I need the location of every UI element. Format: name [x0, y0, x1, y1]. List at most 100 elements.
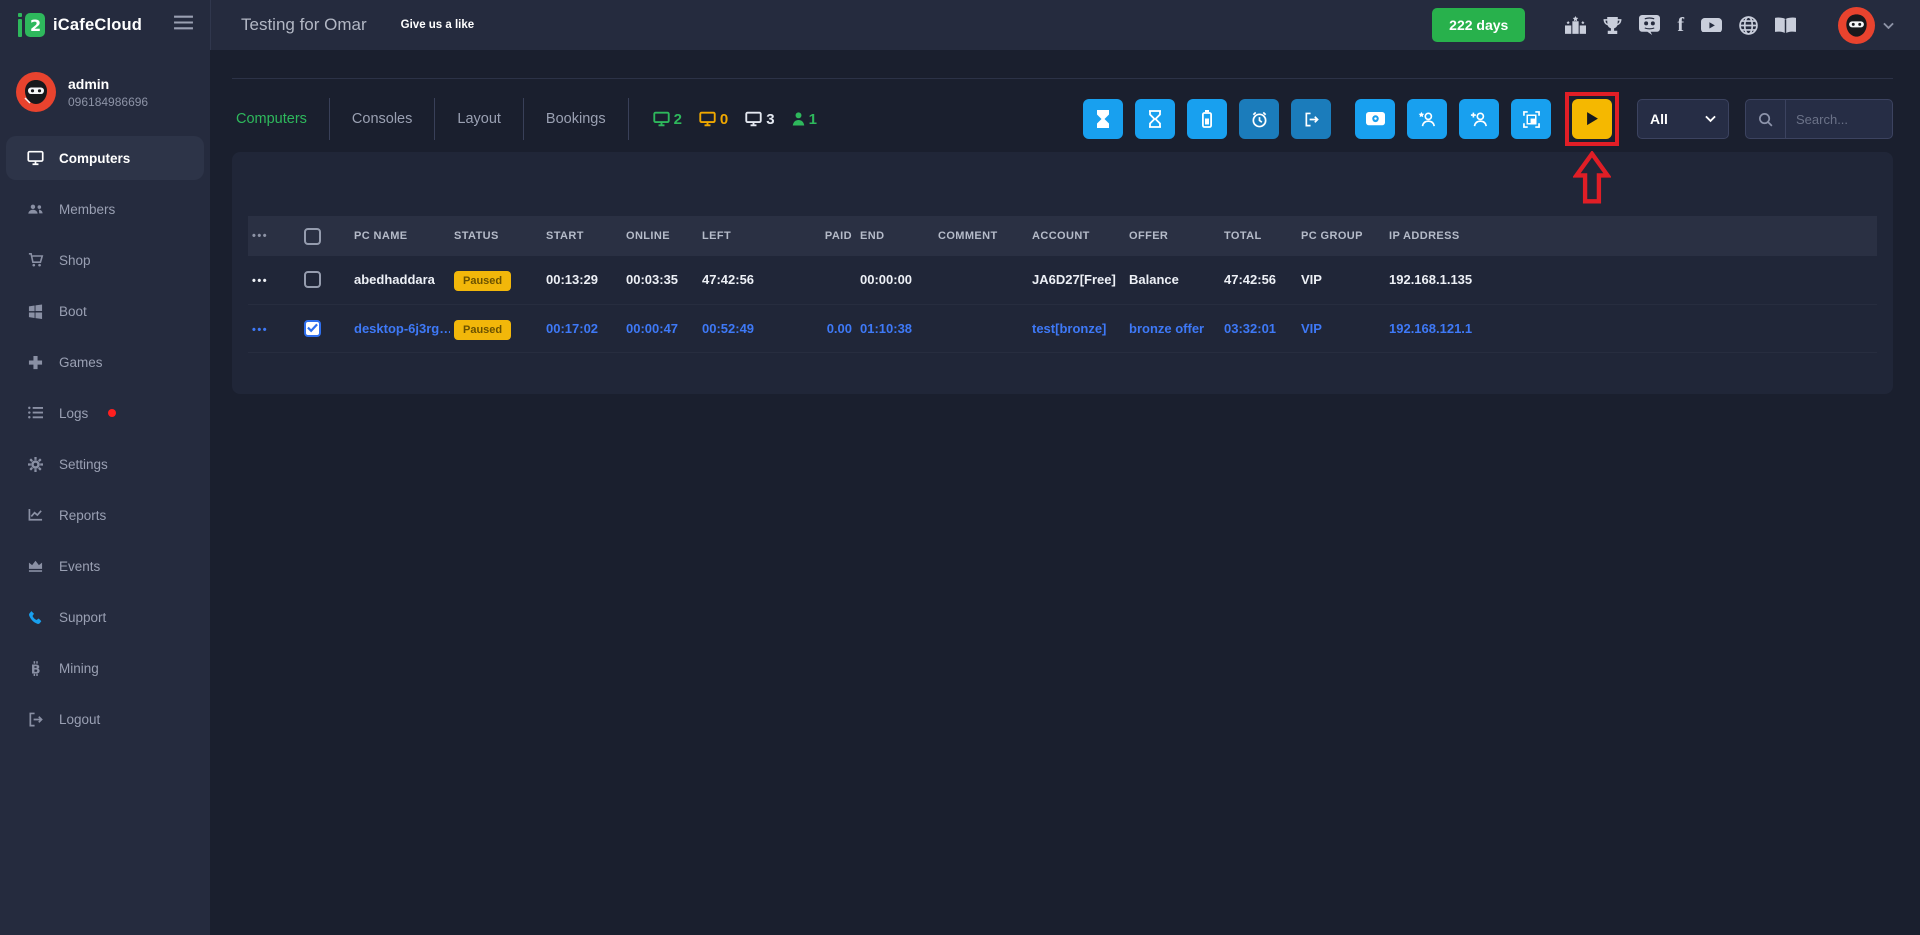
logo-row: 2 iCafeCloud — [0, 0, 210, 50]
pcs-off-count: 3 — [766, 110, 775, 128]
offer-cell: bronze offer — [1125, 304, 1220, 353]
play-button[interactable] — [1572, 99, 1612, 139]
give-us-a-like-link[interactable]: Give us a like — [401, 19, 475, 31]
row-checkbox[interactable] — [304, 271, 321, 289]
youtube-icon[interactable] — [1701, 17, 1722, 33]
sidebar-item-label: Logs — [59, 405, 89, 421]
sign-out-session-button[interactable] — [1291, 99, 1331, 139]
col-left: LEFT — [702, 230, 732, 242]
row-checkbox-checked[interactable] — [304, 319, 321, 337]
pc-group-cell: VIP — [1297, 256, 1385, 305]
row-menu-ellipsis-icon[interactable]: ••• — [252, 324, 268, 336]
end-cell: 00:00:00 — [856, 256, 934, 305]
hourglass-filled-button[interactable] — [1083, 99, 1123, 139]
sidebar-item-logout[interactable]: Logout — [6, 697, 204, 741]
brand-name: iCafeCloud — [53, 15, 143, 34]
sidebar-item-mining[interactable]: B Mining — [6, 646, 204, 690]
avatar — [16, 72, 56, 112]
sidebar-item-events[interactable]: Events — [6, 544, 204, 588]
tab-consoles[interactable]: Consoles — [330, 98, 436, 140]
pc-group-filter-select[interactable]: All — [1637, 99, 1729, 139]
row-menu-ellipsis-icon[interactable]: ••• — [252, 275, 268, 287]
table-row-selected[interactable]: ••• desktop-6j3rg… Paused 00:17:02 00:00… — [248, 304, 1877, 353]
col-account: ACCOUNT — [1032, 230, 1090, 242]
pcs-idle-counter: 0 — [699, 111, 728, 128]
guide-book-icon[interactable] — [1775, 17, 1796, 34]
trophy-icon[interactable] — [1603, 16, 1622, 35]
app-logo-icon: 2 — [18, 13, 45, 37]
tab-bookings[interactable]: Bookings — [524, 98, 629, 140]
ip-address-cell: 192.168.121.1 — [1385, 304, 1877, 353]
gear-icon — [26, 456, 45, 472]
pc-name-cell[interactable]: desktop-6j3rg… — [350, 304, 450, 353]
days-remaining-button[interactable]: 222 days — [1432, 8, 1526, 42]
sidebar-item-label: Settings — [59, 456, 108, 472]
online-cell: 00:03:35 — [622, 256, 698, 305]
comment-cell — [934, 304, 1028, 353]
phone-icon — [26, 610, 45, 625]
sidebar-item-members[interactable]: Members — [6, 187, 204, 231]
left-cell: 00:52:49 — [698, 304, 798, 353]
globe-icon[interactable] — [1739, 15, 1758, 35]
pc-name-cell[interactable]: abedhaddara — [350, 256, 450, 305]
ranking-icon[interactable] — [1565, 16, 1587, 34]
top-bar-right: 222 days f — [1432, 6, 1894, 44]
toolbar-actions: All — [1071, 92, 1893, 204]
hamburger-menu-icon[interactable] — [173, 15, 194, 35]
sidebar-item-reports[interactable]: Reports — [6, 493, 204, 537]
sidebar-item-label: Events — [59, 558, 101, 574]
facebook-icon[interactable]: f — [1677, 14, 1684, 37]
col-pc-name: PC NAME — [354, 230, 408, 242]
add-member-button[interactable] — [1459, 99, 1499, 139]
sidebar-item-label: Boot — [59, 303, 87, 319]
logs-alert-dot — [108, 409, 117, 417]
discord-icon[interactable] — [1639, 15, 1661, 35]
tab-computers[interactable]: Computers — [232, 98, 330, 140]
computers-table: ••• PC NAME STATUS START ONLINE LEFT PAI… — [248, 216, 1877, 353]
sidebar-item-label: Mining — [59, 660, 99, 676]
sidebar-item-boot[interactable]: Boot — [6, 289, 204, 333]
ip-address-cell: 192.168.1.135 — [1385, 256, 1877, 305]
pc-group-cell: VIP — [1297, 304, 1385, 353]
col-offer: OFFER — [1129, 230, 1169, 242]
paid-cell — [798, 256, 856, 305]
battery-button[interactable] — [1187, 99, 1227, 139]
sidebar-item-settings[interactable]: Settings — [6, 442, 204, 486]
sidebar-item-shop[interactable]: Shop — [6, 238, 204, 282]
users-online-count: 1 — [808, 110, 817, 128]
user-name: admin — [68, 75, 110, 92]
select-all-checkbox[interactable] — [304, 227, 321, 245]
sidebar-item-games[interactable]: Games — [6, 340, 204, 384]
windows-icon — [26, 303, 45, 319]
tab-layout[interactable]: Layout — [435, 98, 524, 140]
account-cell: JA6D27[Free] — [1028, 256, 1125, 305]
account-menu[interactable] — [1838, 6, 1894, 44]
sidebar-item-label: Members — [59, 201, 116, 217]
sidebar-item-label: Support — [59, 609, 107, 625]
sidebar-item-label: Shop — [59, 252, 91, 268]
sidebar-item-support[interactable]: Support — [6, 595, 204, 639]
table-row[interactable]: ••• abedhaddara Paused 00:13:29 00:03:35… — [248, 256, 1877, 305]
people-icon — [26, 203, 45, 215]
search-icon[interactable] — [1746, 100, 1786, 138]
filter-value: All — [1650, 111, 1668, 127]
sidebar-item-label: Computers — [59, 150, 131, 166]
hourglass-button[interactable] — [1135, 99, 1175, 139]
pcs-on-counter: 2 — [652, 111, 682, 128]
pcs-off-counter: 3 — [745, 110, 775, 128]
sign-out-icon — [26, 712, 45, 727]
alarm-button[interactable] — [1239, 99, 1279, 139]
screen-frame-button[interactable] — [1511, 99, 1551, 139]
user-profile[interactable]: admin 096184986696 — [0, 50, 210, 136]
paid-cell: 0.00 — [798, 304, 856, 353]
col-status: STATUS — [454, 230, 499, 242]
status-counters: 2 0 3 1 — [652, 110, 817, 128]
cash-button[interactable] — [1355, 99, 1395, 139]
cart-icon — [26, 252, 45, 267]
search-input[interactable] — [1786, 111, 1892, 127]
table-menu-ellipsis-icon[interactable]: ••• — [252, 230, 268, 242]
sidebar-nav: Computers Members Shop Boot Games Logs S… — [0, 136, 210, 741]
member-star-button[interactable] — [1407, 99, 1447, 139]
sidebar-item-logs[interactable]: Logs — [6, 391, 204, 435]
sidebar-item-computers[interactable]: Computers — [6, 136, 204, 180]
